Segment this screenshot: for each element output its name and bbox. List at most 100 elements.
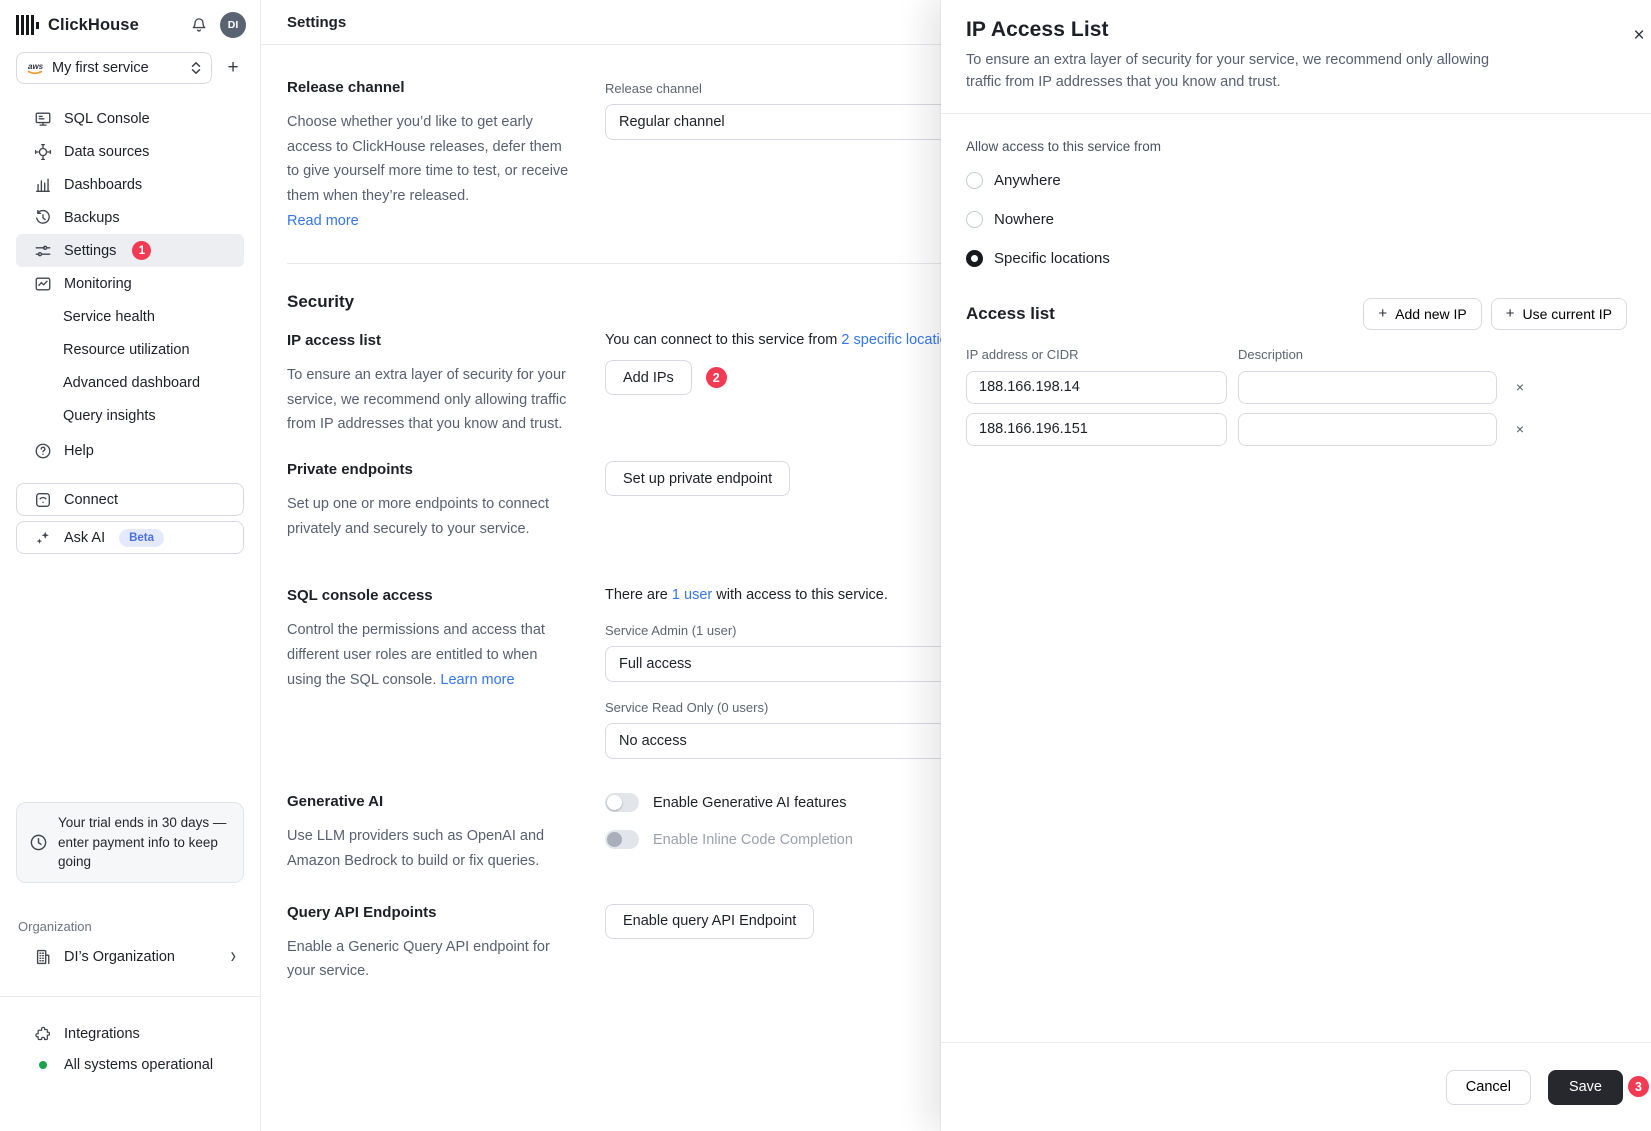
beta-badge: Beta: [119, 529, 164, 547]
organization-section-label: Organization: [18, 919, 244, 934]
sidebar-item-dashboards[interactable]: Dashboards: [16, 168, 244, 201]
organization-name: DI’s Organization: [64, 949, 219, 965]
plus-icon: +: [1506, 305, 1515, 322]
generative-ai-toggle[interactable]: [605, 793, 639, 812]
add-new-ip-button[interactable]: + Add new IP: [1363, 298, 1481, 330]
ip-input[interactable]: [966, 413, 1227, 446]
trial-notice-text: Your trial ends in 30 days — enter payme…: [58, 813, 231, 872]
add-service-button[interactable]: +: [220, 55, 246, 81]
drawer-header: IP Access List × To ensure an extra laye…: [941, 0, 1651, 94]
puzzle-icon: [34, 1025, 52, 1043]
release-channel-description: Choose whether you’d like to get early a…: [287, 114, 568, 204]
user-avatar[interactable]: DI: [220, 12, 246, 38]
ask-ai-button[interactable]: Ask AI Beta: [16, 521, 244, 554]
sidebar-item-resource-utilization[interactable]: Resource utilization: [16, 333, 244, 366]
generative-ai-description: Use LLM providers such as OpenAI and Ama…: [287, 824, 572, 873]
sidebar-item-help[interactable]: Help: [16, 434, 244, 467]
service-selector-row: aws My first service +: [0, 48, 260, 84]
allow-access-label: Allow access to this service from: [966, 139, 1627, 154]
settings-step-badge: 1: [132, 241, 151, 260]
sidebar-item-monitoring[interactable]: Monitoring: [16, 267, 244, 300]
radio-anywhere-icon: [966, 172, 983, 189]
description-input[interactable]: [1238, 371, 1497, 404]
cancel-button[interactable]: Cancel: [1446, 1070, 1531, 1105]
sparkles-icon: [34, 529, 52, 547]
bell-icon: [190, 16, 208, 34]
sql-access-status-suffix: with access to this service.: [716, 587, 888, 603]
query-api-description: Enable a Generic Query API endpoint for …: [287, 935, 572, 984]
inline-completion-toggle-label: Enable Inline Code Completion: [653, 832, 853, 848]
backups-icon: [34, 209, 52, 227]
radio-specific-locations-label: Specific locations: [994, 250, 1110, 267]
sidebar-divider: [0, 996, 260, 997]
sidebar-item-label: Advanced dashboard: [63, 375, 200, 391]
description-input[interactable]: [1238, 413, 1497, 446]
ip-access-step-badge: 2: [706, 367, 727, 388]
use-current-ip-button[interactable]: + Use current IP: [1491, 298, 1627, 330]
close-icon[interactable]: ×: [1627, 24, 1651, 48]
save-step-badge: 3: [1628, 1076, 1649, 1097]
access-list-row: ×: [966, 371, 1627, 404]
sidebar-item-label: Dashboards: [64, 177, 142, 193]
sidebar: ClickHouse DI aws My first service + SQL…: [0, 0, 261, 1131]
dashboards-icon: [34, 176, 52, 194]
svg-text:aws: aws: [28, 62, 44, 71]
remove-row-icon[interactable]: ×: [1508, 379, 1532, 395]
data-sources-icon: [34, 143, 52, 161]
sidebar-item-backups[interactable]: Backups: [16, 201, 244, 234]
radio-specific-locations[interactable]: Specific locations: [966, 247, 1627, 271]
generative-ai-heading: Generative AI: [287, 793, 605, 810]
learn-more-link[interactable]: Learn more: [440, 672, 514, 688]
drawer-description: To ensure an extra layer of security for…: [966, 49, 1511, 94]
user-count-link[interactable]: 1 user: [672, 587, 712, 603]
system-status-item[interactable]: All systems operational: [16, 1053, 244, 1077]
remove-row-icon[interactable]: ×: [1508, 421, 1532, 437]
building-icon: [34, 948, 52, 966]
sql-console-icon: [34, 110, 52, 128]
service-selector[interactable]: aws My first service: [16, 52, 212, 84]
plus-icon: +: [1378, 305, 1387, 322]
monitoring-icon: [34, 275, 52, 293]
add-ips-button[interactable]: Add IPs: [605, 360, 692, 395]
sidebar-item-label: Monitoring: [64, 276, 132, 292]
sql-access-status-text: There are: [605, 587, 668, 603]
use-current-ip-label: Use current IP: [1523, 306, 1612, 322]
setup-private-endpoint-button[interactable]: Set up private endpoint: [605, 461, 790, 496]
sql-console-access-heading: SQL console access: [287, 587, 605, 604]
enable-query-api-button[interactable]: Enable query API Endpoint: [605, 904, 814, 939]
sidebar-item-sql-console[interactable]: SQL Console: [16, 102, 244, 135]
sidebar-item-settings[interactable]: Settings 1: [16, 234, 244, 267]
integrations-item[interactable]: Integrations: [16, 1022, 244, 1046]
chevron-updown-icon: [190, 61, 202, 75]
sidebar-item-advanced-dashboard[interactable]: Advanced dashboard: [16, 366, 244, 399]
query-api-heading: Query API Endpoints: [287, 904, 605, 921]
access-list-row: ×: [966, 413, 1627, 446]
service-name: My first service: [52, 60, 182, 76]
connect-icon: [34, 491, 52, 509]
ip-column-header: IP address or CIDR: [966, 347, 1227, 362]
sidebar-item-service-health[interactable]: Service health: [16, 300, 244, 333]
sidebar-item-label: Query insights: [63, 408, 156, 424]
notifications-button[interactable]: [186, 12, 212, 38]
ip-input[interactable]: [966, 371, 1227, 404]
trial-notice: Your trial ends in 30 days — enter payme…: [16, 802, 244, 883]
organization-item[interactable]: DI’s Organization ›: [16, 944, 244, 970]
ip-access-status-text: You can connect to this service from: [605, 332, 837, 348]
radio-nowhere[interactable]: Nowhere: [966, 208, 1627, 232]
sidebar-item-label: Resource utilization: [63, 342, 190, 358]
save-button[interactable]: Save: [1548, 1070, 1623, 1105]
sidebar-header: ClickHouse DI: [0, 0, 260, 48]
radio-anywhere[interactable]: Anywhere: [966, 169, 1627, 193]
sidebar-item-data-sources[interactable]: Data sources: [16, 135, 244, 168]
inline-completion-toggle[interactable]: [605, 830, 639, 849]
sidebar-item-query-insights[interactable]: Query insights: [16, 399, 244, 432]
private-endpoints-heading: Private endpoints: [287, 461, 605, 478]
add-new-ip-label: Add new IP: [1395, 306, 1467, 322]
integrations-label: Integrations: [64, 1026, 140, 1042]
ip-access-list-drawer: IP Access List × To ensure an extra laye…: [941, 0, 1651, 1131]
radio-nowhere-icon: [966, 211, 983, 228]
connect-button[interactable]: Connect: [16, 483, 244, 516]
radio-specific-locations-icon: [966, 250, 983, 267]
read-more-link[interactable]: Read more: [287, 213, 359, 229]
status-label: All systems operational: [64, 1057, 213, 1073]
